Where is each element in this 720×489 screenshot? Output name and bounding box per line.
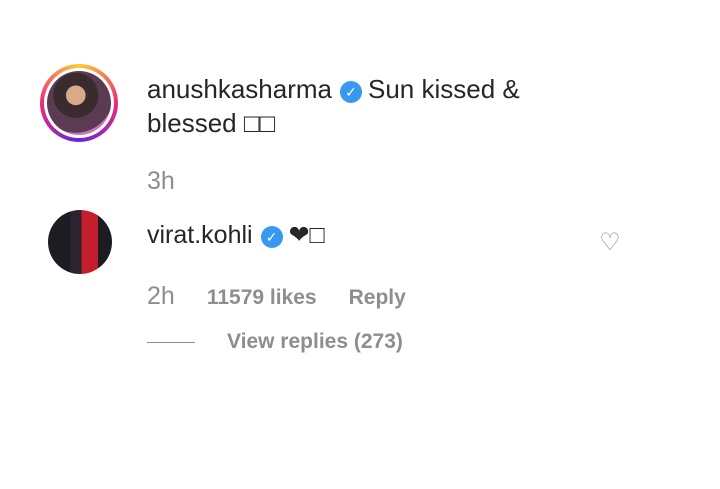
comment-likes[interactable]: 11579 likes (207, 286, 317, 310)
heart-outline-icon[interactable]: ♡ (597, 230, 623, 256)
comment-text: ❤□ (288, 221, 325, 249)
author-avatar-image (47, 71, 111, 135)
comment-meta: 2h 11579 likes Reply (147, 282, 438, 311)
verified-badge-icon: ✓ (260, 226, 283, 248)
post-author-username[interactable]: anushkasharma (147, 74, 332, 104)
avatar-ring-inner (44, 68, 114, 138)
reply-button[interactable]: Reply (349, 286, 406, 310)
view-replies[interactable]: View replies (273) (147, 330, 403, 354)
comment-body: virat.kohli ✓ ❤□ (147, 218, 325, 252)
verified-badge-icon: ✓ (340, 81, 362, 103)
caption-text: Sun kissed & (368, 74, 520, 104)
commenter-avatar[interactable] (48, 210, 112, 274)
replies-divider (147, 341, 195, 343)
comment-timestamp[interactable]: 2h (147, 282, 175, 311)
post-timestamp[interactable]: 3h (147, 167, 175, 196)
post-caption: anushkasharma ✓ Sun kissed & blessed □□ (147, 72, 647, 140)
caption-text-line2: blessed □□ (147, 108, 276, 138)
view-replies-button[interactable]: View replies (273) (227, 330, 403, 354)
author-avatar[interactable] (40, 64, 118, 142)
commenter-username[interactable]: virat.kohli (147, 221, 253, 249)
